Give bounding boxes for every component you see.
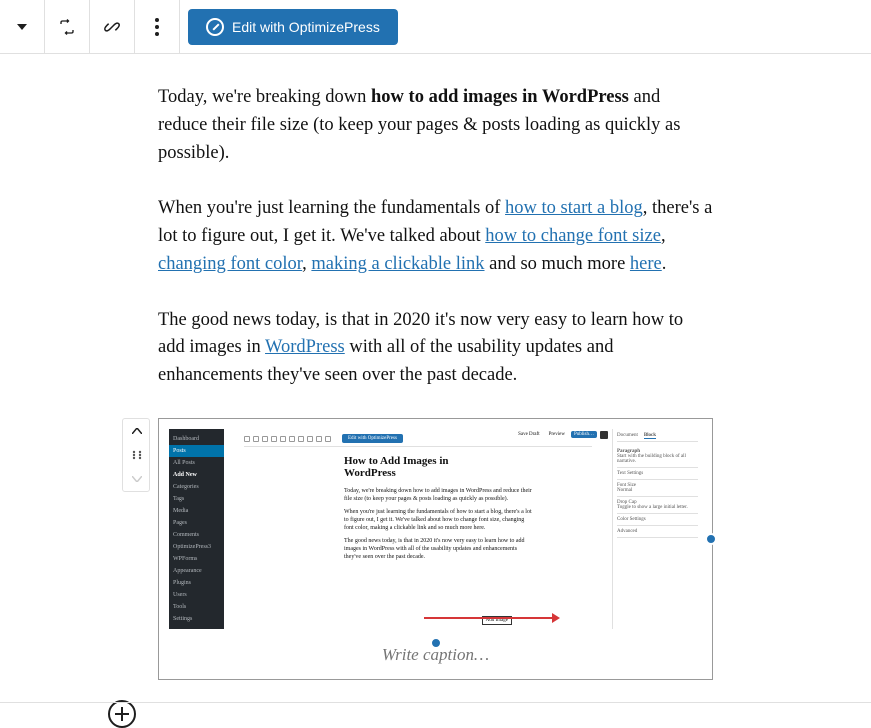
text: Today, we're breaking down <box>158 87 371 107</box>
inner-sidebar-item: Users <box>169 589 224 601</box>
text: , <box>661 226 666 246</box>
kebab-icon <box>155 18 159 36</box>
inner-para: The good news today, is that in 2020 it'… <box>344 537 534 562</box>
inner-gear-icon <box>600 431 608 439</box>
link-button[interactable] <box>90 0 134 54</box>
inner-sidebar-item: Categories <box>169 481 224 493</box>
image-block[interactable]: Dashboard Posts All Posts Add New Catego… <box>158 418 713 680</box>
link[interactable]: how to change font size <box>485 226 661 246</box>
inner-section: Text Settings <box>617 468 698 480</box>
link-icon <box>102 17 122 37</box>
block-movers <box>122 418 150 492</box>
inner-section: Advanced <box>617 526 698 538</box>
inner-preview: Preview <box>546 431 568 438</box>
inner-section: Drop Cap Toggle to show a large initial … <box>617 497 698 514</box>
add-block-button[interactable] <box>108 700 136 728</box>
inner-sidebar-item: Posts <box>169 445 224 457</box>
inner-tab: Document <box>617 433 638 439</box>
inner-sidebar-item: Dashboard <box>169 433 224 445</box>
inner-sidebar-item: Add New <box>169 469 224 481</box>
inner-editor: Save Draft Preview Publish… Edit with Op… <box>224 429 612 629</box>
text: and so much more <box>485 254 630 274</box>
inner-sidebar-item: OptimizePress3 <box>169 541 224 553</box>
inner-tab: Block <box>644 433 656 439</box>
inner-section: Color Settings <box>617 514 698 526</box>
paragraph-block[interactable]: When you're just learning the fundamenta… <box>158 195 713 278</box>
resize-handle-right[interactable] <box>705 533 717 545</box>
chevron-down-icon <box>132 476 142 482</box>
transform-icon <box>58 18 76 36</box>
block-toolbar: Edit with OptimizePress <box>0 0 871 54</box>
inner-title: How to Add Images in WordPress <box>344 455 494 479</box>
optimizepress-button[interactable]: Edit with OptimizePress <box>188 9 398 45</box>
inner-sidebar-item: Tools <box>169 601 224 613</box>
chevron-up-icon <box>132 428 142 434</box>
inner-sidebar-item: Tags <box>169 493 224 505</box>
inner-sidebar-item: Plugins <box>169 577 224 589</box>
text: , <box>302 254 311 274</box>
image-block-wrapper: Dashboard Posts All Posts Add New Catego… <box>158 418 713 680</box>
text: When you're just learning the fundamenta… <box>158 198 505 218</box>
editor-content: Today, we're breaking down how to add im… <box>0 54 871 728</box>
annotation-arrow <box>424 617 554 619</box>
screenshot-image: Dashboard Posts All Posts Add New Catego… <box>169 429 702 629</box>
inner-optimize-btn: Edit with OptimizePress <box>342 434 403 443</box>
link[interactable]: making a clickable link <box>311 254 484 274</box>
move-down-button[interactable] <box>123 467 151 491</box>
paragraph-block[interactable]: Today, we're breaking down how to add im… <box>158 84 713 167</box>
inner-sidebar-item: Settings <box>169 613 224 625</box>
inner-para: Today, we're breaking down how to add im… <box>344 487 534 504</box>
inner-save-draft: Save Draft <box>515 431 543 438</box>
optimizepress-icon <box>206 18 224 36</box>
divider <box>179 0 180 54</box>
transform-button[interactable] <box>45 0 89 54</box>
inner-settings-panel: Document Block Paragraph Start with the … <box>612 429 702 629</box>
inner-publish: Publish… <box>571 431 597 438</box>
paragraph-block[interactable]: The good news today, is that in 2020 it'… <box>158 307 713 390</box>
text-bold: how to add images in WordPress <box>371 87 629 107</box>
drag-icon <box>132 450 142 460</box>
inner-sidebar-item: WPForms <box>169 553 224 565</box>
inner-sidebar-item: Media <box>169 505 224 517</box>
inner-admin-sidebar: Dashboard Posts All Posts Add New Catego… <box>169 429 224 629</box>
text: . <box>662 254 667 274</box>
link[interactable]: WordPress <box>265 337 345 357</box>
inner-tabs: Document Block <box>617 433 698 442</box>
link[interactable]: here <box>630 254 662 274</box>
dropdown-button[interactable] <box>0 0 44 54</box>
inner-sidebar-item: All Posts <box>169 457 224 469</box>
inner-sidebar-item: Pages <box>169 517 224 529</box>
inner-block-type: Paragraph Start with the building block … <box>617 446 698 468</box>
link[interactable]: changing font color <box>158 254 302 274</box>
more-options-button[interactable] <box>135 0 179 54</box>
inner-para: When you're just learning the fundamenta… <box>344 508 534 533</box>
inner-section: Font Size Normal <box>617 480 698 497</box>
drag-handle[interactable] <box>123 443 151 467</box>
bottom-border <box>0 702 871 703</box>
chevron-down-icon <box>17 24 27 30</box>
resize-handle-bottom[interactable] <box>430 637 442 649</box>
inner-header-actions: Save Draft Preview Publish… <box>515 431 608 439</box>
inner-sidebar-item: Appearance <box>169 565 224 577</box>
link[interactable]: how to start a blog <box>505 198 643 218</box>
optimizepress-label: Edit with OptimizePress <box>232 19 380 35</box>
inner-sidebar-item: Comments <box>169 529 224 541</box>
move-up-button[interactable] <box>123 419 151 443</box>
